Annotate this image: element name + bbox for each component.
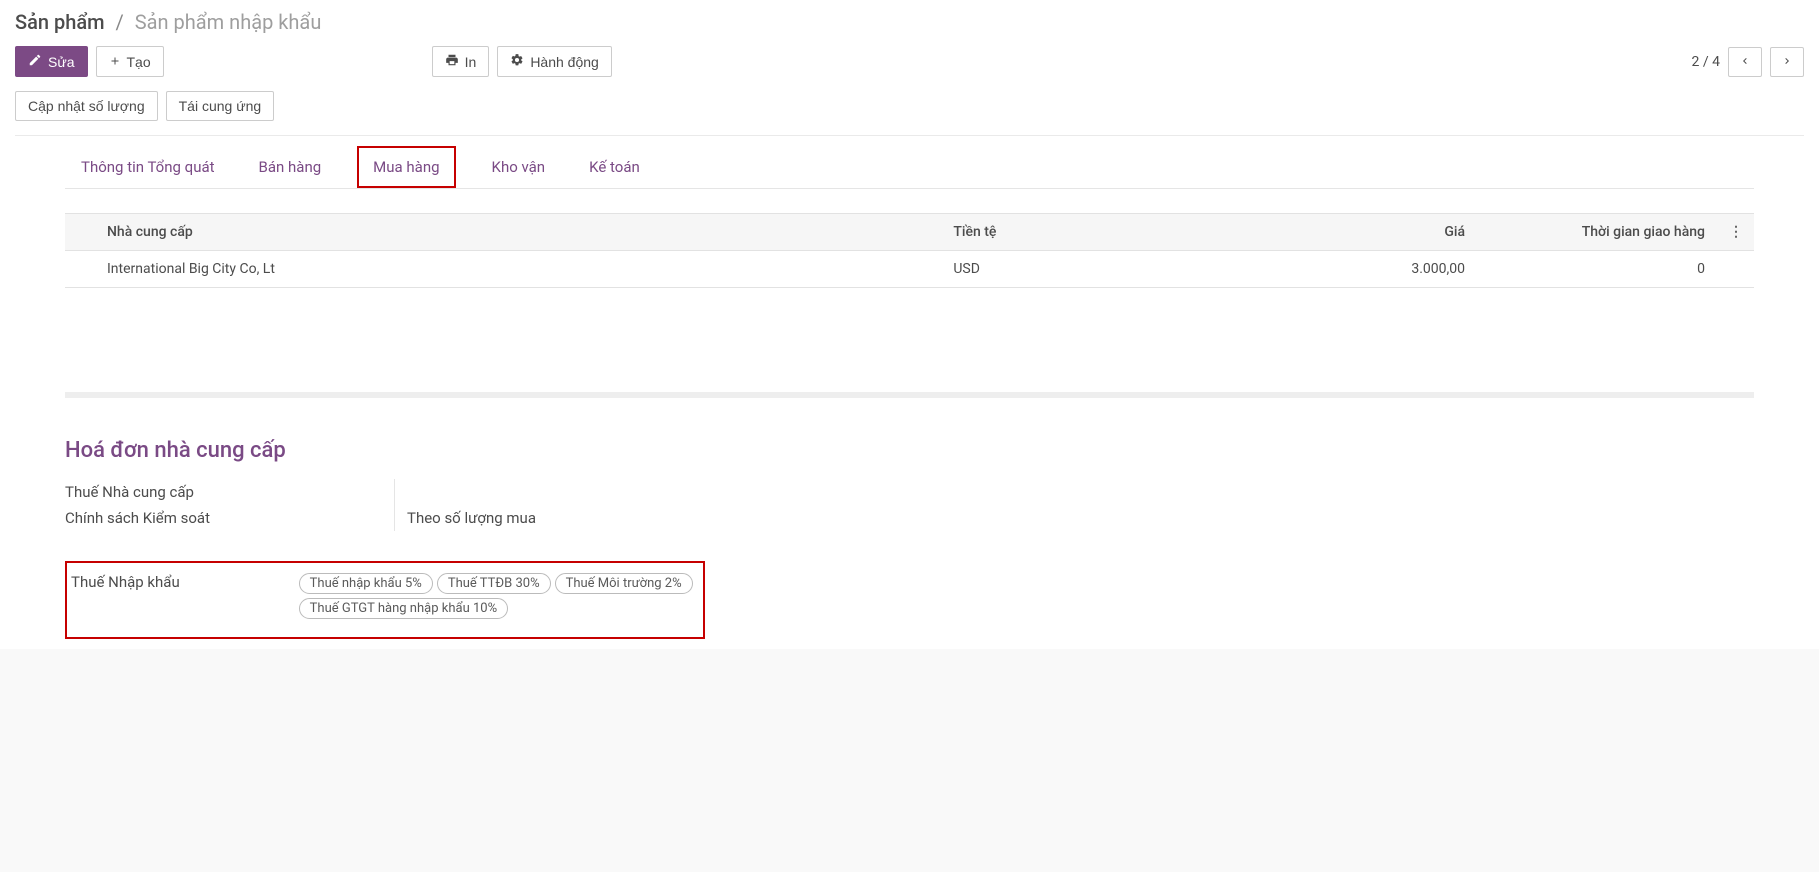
vendor-tax-label: Thuế Nhà cung cấp <box>65 479 374 505</box>
tabs: Thông tin Tổng quát Bán hàng Mua hàng Kh… <box>65 146 1754 189</box>
tab-general[interactable]: Thông tin Tổng quát <box>73 146 223 188</box>
col-vendor[interactable]: Nhà cung cấp <box>95 214 941 251</box>
control-policy-label: Chính sách Kiểm soát <box>65 505 374 531</box>
import-tax-box: Thuế Nhập khẩu Thuế nhập khẩu 5% Thuế TT… <box>65 561 705 639</box>
tax-tag[interactable]: Thuế nhập khẩu 5% <box>299 573 433 594</box>
tab-accounting[interactable]: Kế toán <box>581 146 648 188</box>
pager-next-button[interactable] <box>1770 47 1804 77</box>
import-tax-tags: Thuế nhập khẩu 5% Thuế TTĐB 30% Thuế Môi… <box>299 573 703 619</box>
update-qty-button[interactable]: Cập nhật số lượng <box>15 91 158 121</box>
edit-button[interactable]: Sửa <box>15 46 88 77</box>
tab-sales[interactable]: Bán hàng <box>251 146 330 188</box>
gear-icon <box>510 53 524 70</box>
table-row[interactable]: International Big City Co, Lt USD 3.000,… <box>65 251 1754 288</box>
action-button[interactable]: Hành động <box>497 46 612 77</box>
control-policy-value: Theo số lượng mua <box>407 505 536 531</box>
kebab-icon: ⋮ <box>1729 224 1742 240</box>
vendor-bill-section: Hoá đơn nhà cung cấp Thuế Nhà cung cấp C… <box>65 438 1754 531</box>
print-icon <box>445 53 459 70</box>
tab-purchase[interactable]: Mua hàng <box>357 146 455 188</box>
chevron-right-icon <box>1781 54 1793 70</box>
cell-lead-time: 0 <box>1477 251 1717 288</box>
pager-text: 2 / 4 <box>1692 54 1720 70</box>
print-button-label: In <box>465 54 477 70</box>
plus-icon <box>109 54 121 70</box>
vendor-bill-heading: Hoá đơn nhà cung cấp <box>65 438 1754 463</box>
cell-price: 3.000,00 <box>1237 251 1477 288</box>
breadcrumb-separator: / <box>116 10 124 34</box>
print-button[interactable]: In <box>432 46 490 77</box>
vendors-table: Nhà cung cấp Tiền tệ Giá Thời gian giao … <box>65 213 1754 288</box>
tab-inventory[interactable]: Kho vận <box>484 146 554 188</box>
pager: 2 / 4 <box>1692 47 1804 77</box>
breadcrumb: Sản phẩm / Sản phẩm nhập khẩu <box>15 10 1804 34</box>
tax-tag[interactable]: Thuế GTGT hàng nhập khẩu 10% <box>299 598 508 619</box>
pencil-icon <box>28 53 42 70</box>
edit-button-label: Sửa <box>48 54 75 70</box>
pager-prev-button[interactable] <box>1728 47 1762 77</box>
status-buttons: Cập nhật số lượng Tái cung ứng <box>15 91 1804 136</box>
import-tax-label: Thuế Nhập khẩu <box>67 573 299 619</box>
tax-tag[interactable]: Thuế TTĐB 30% <box>437 573 551 594</box>
cell-vendor: International Big City Co, Lt <box>95 251 941 288</box>
create-button-label: Tạo <box>127 54 151 70</box>
create-button[interactable]: Tạo <box>96 46 164 77</box>
col-lead-time[interactable]: Thời gian giao hàng <box>1477 214 1717 251</box>
breadcrumb-root[interactable]: Sản phẩm <box>15 10 105 34</box>
col-price[interactable]: Giá <box>1237 214 1477 251</box>
action-button-label: Hành động <box>530 54 599 70</box>
chevron-left-icon <box>1739 54 1751 70</box>
breadcrumb-current: Sản phẩm nhập khẩu <box>135 10 322 34</box>
tax-tag[interactable]: Thuế Môi trường 2% <box>555 573 693 594</box>
resupply-button[interactable]: Tái cung ứng <box>166 91 275 121</box>
cell-currency: USD <box>941 251 1237 288</box>
col-options[interactable]: ⋮ <box>1717 214 1754 251</box>
col-currency[interactable]: Tiền tệ <box>941 214 1237 251</box>
toolbar: Sửa Tạo In Hành động <box>15 46 1804 77</box>
